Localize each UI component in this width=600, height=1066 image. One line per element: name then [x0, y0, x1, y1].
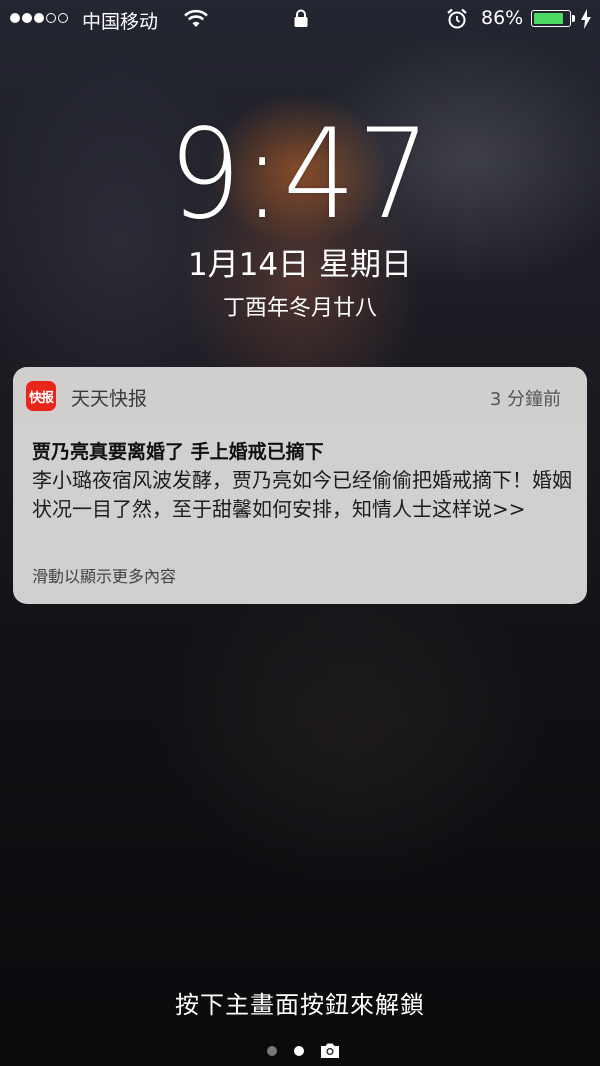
- notification-title: 贾乃亮真要离婚了 手上婚戒已摘下: [32, 441, 324, 463]
- status-bar: 中国移动 86%: [0, 0, 600, 38]
- page-dot-active[interactable]: [294, 1046, 304, 1056]
- lock-icon: [294, 9, 308, 33]
- unlock-hint: 按下主畫面按鈕來解鎖: [175, 991, 425, 1019]
- notification-header: 快报 天天快报 3 分鐘前: [13, 367, 587, 425]
- carrier-name: 中国移动: [82, 11, 159, 33]
- signal-dot: [34, 13, 44, 23]
- battery-tip: [572, 15, 575, 22]
- lunar-date: 丁酉年冬月廿八: [222, 296, 377, 321]
- page-indicator: [0, 1041, 600, 1059]
- wifi-icon: [183, 9, 209, 34]
- notification-more-hint: 滑動以顯示更多內容: [32, 567, 177, 586]
- alarm-icon: [446, 8, 468, 35]
- page-dot[interactable]: [267, 1046, 277, 1056]
- charging-icon: [581, 9, 591, 34]
- clock-time: 9:47: [168, 103, 432, 247]
- camera-icon[interactable]: [320, 1042, 340, 1063]
- notification-time: 3 分鐘前: [489, 389, 561, 410]
- app-name: 天天快报: [71, 388, 148, 410]
- notification-body: 李小璐夜宿风波发酵，贾乃亮如今已经偷偷把婚戒摘下！婚姻状况一目了然，至于甜馨如何…: [32, 468, 572, 521]
- notification-card[interactable]: 快报 天天快报 3 分鐘前 贾乃亮真要离婚了 手上婚戒已摘下 李小璐夜宿风波发酵…: [13, 367, 587, 604]
- signal-dot: [22, 13, 32, 23]
- signal-dot: [10, 13, 20, 23]
- lock-screen-clock: 9:47: [0, 113, 600, 237]
- app-icon: 快报: [26, 381, 56, 411]
- battery-icon: [531, 10, 571, 27]
- battery-level-fill: [534, 13, 564, 24]
- signal-dot: [46, 13, 56, 23]
- signal-dot: [58, 13, 68, 23]
- lock-screen-date: 1月14日 星期日: [187, 247, 413, 283]
- signal-strength-icon: [10, 13, 68, 23]
- battery-percentage: 86%: [481, 7, 524, 29]
